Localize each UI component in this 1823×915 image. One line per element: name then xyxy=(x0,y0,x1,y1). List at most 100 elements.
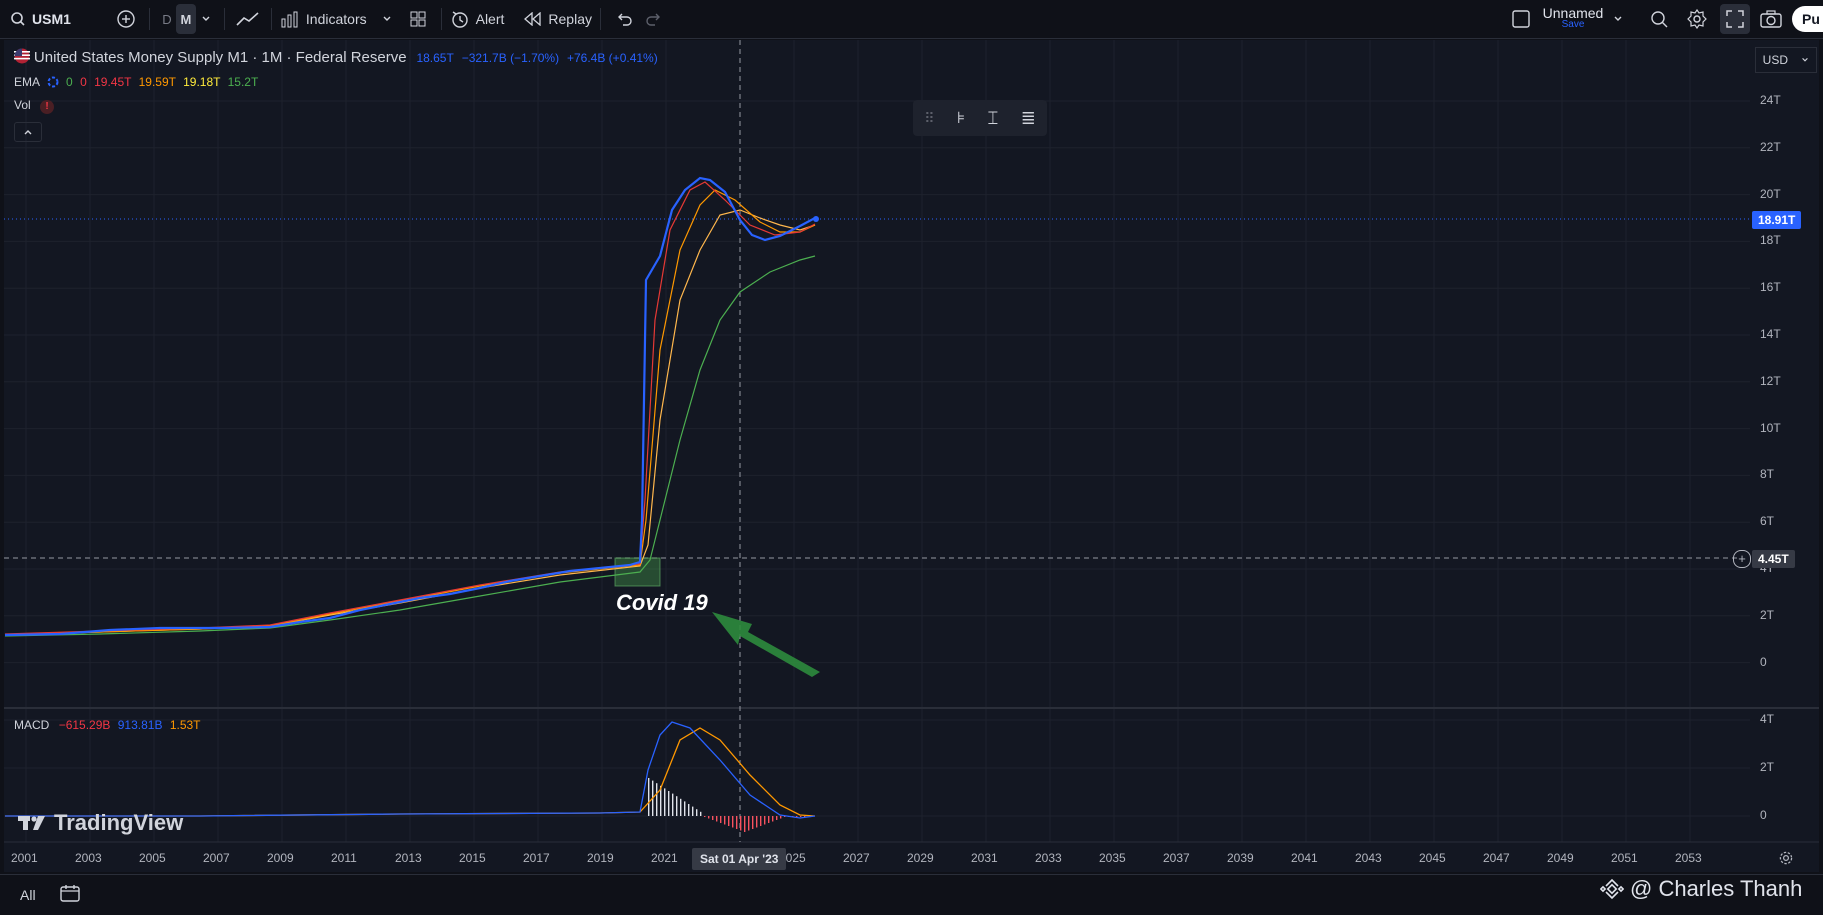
price-axis-label: 8T xyxy=(1760,467,1775,482)
ema-legend: EMA 0 0 19.45T 19.59T 19.18T 15.2T xyxy=(14,75,258,89)
time-axis-label: 2019 xyxy=(587,851,614,865)
chevron-down-icon xyxy=(383,16,391,21)
interval-dropdown-button[interactable] xyxy=(196,4,216,34)
select-layout-checkbox[interactable] xyxy=(1506,4,1536,34)
time-axis-label: 2021 xyxy=(651,851,678,865)
alert-button[interactable]: Alert xyxy=(450,0,505,38)
snapshot-button[interactable] xyxy=(1756,4,1786,34)
time-axis-label: 2045 xyxy=(1419,851,1446,865)
alert-label: Alert xyxy=(475,11,505,27)
ema-value: 19.45T xyxy=(94,75,132,89)
gear-icon xyxy=(1687,9,1707,29)
vol-legend[interactable]: Vol ! xyxy=(14,98,55,114)
macd-axis-label: 2T xyxy=(1760,760,1775,774)
crosshair-add-button[interactable]: + xyxy=(1733,550,1751,568)
replay-button[interactable]: Replay xyxy=(524,0,592,38)
time-axis-label: 2007 xyxy=(203,851,230,865)
time-axis-label: 2017 xyxy=(523,851,550,865)
macd-label: MACD xyxy=(14,718,50,732)
time-axis-label: 2005 xyxy=(139,851,166,865)
quick-search-button[interactable] xyxy=(1644,4,1674,34)
date-range-button[interactable] xyxy=(59,884,80,907)
macd-axis-label: 0 xyxy=(1760,808,1767,822)
publish-label: Pu xyxy=(1802,11,1820,27)
chart-pane[interactable] xyxy=(4,40,1819,872)
grid-icon xyxy=(410,11,426,27)
legend-change: −321.7B (−1.70%) xyxy=(461,51,560,65)
camera-icon xyxy=(1760,10,1782,28)
redo-button[interactable] xyxy=(639,4,669,34)
error-icon: ! xyxy=(40,100,55,114)
symbol-search[interactable]: USM1 xyxy=(10,0,71,38)
alarm-clock-icon xyxy=(451,11,468,28)
price-axis-label: 12T xyxy=(1760,373,1781,388)
time-axis-label: 2037 xyxy=(1163,851,1190,865)
chevron-up-icon xyxy=(24,130,32,135)
line-chart-icon xyxy=(236,12,259,26)
time-axis-label: 2011 xyxy=(331,851,357,865)
drag-handle-icon[interactable]: ⠿ xyxy=(924,110,934,127)
top-toolbar: USM1 D M Indicators Alert Replay Unnamed… xyxy=(0,0,1823,39)
us-flag-icon xyxy=(14,48,30,64)
undo-icon xyxy=(618,13,632,26)
vol-label: Vol xyxy=(14,98,31,112)
interval-m-button[interactable]: M xyxy=(175,4,196,34)
indicators-icon xyxy=(281,11,298,28)
legend-title: United States Money Supply M1 · 1M · Fed… xyxy=(33,49,407,66)
price-axis-label: 18T xyxy=(1760,233,1781,248)
time-axis-label: 2009 xyxy=(267,851,294,865)
search-icon xyxy=(11,12,25,26)
crosshair-date-tag: Sat 01 Apr '23 xyxy=(692,848,787,870)
ema-value: 0 xyxy=(66,75,73,89)
price-axis-label: 10T xyxy=(1760,420,1781,435)
layout-name-button[interactable]: Unnamed Save xyxy=(1540,5,1606,30)
price-axis-label: 24T xyxy=(1760,93,1781,107)
interval-d-button[interactable]: D xyxy=(158,4,176,34)
compare-button[interactable] xyxy=(111,4,141,34)
templates-button[interactable] xyxy=(403,4,433,34)
covid-annotation-label[interactable]: Covid 19 xyxy=(616,590,708,616)
fullscreen-button[interactable] xyxy=(1720,4,1750,34)
legend-change-2: +76.4B (+0.41%) xyxy=(566,51,658,65)
price-range-tool-icon[interactable]: ⌶ xyxy=(988,108,999,129)
divider xyxy=(600,8,601,30)
chart-type-button[interactable] xyxy=(233,4,263,34)
symbol-label: USM1 xyxy=(32,11,71,27)
fullscreen-icon xyxy=(1726,10,1744,28)
ema-value: 19.59T xyxy=(138,75,176,89)
loading-icon xyxy=(47,76,59,88)
tv-logo-icon xyxy=(18,816,45,830)
watermark-text: @ Charles Thanh xyxy=(1630,876,1803,901)
chevron-down-icon xyxy=(1614,16,1622,21)
layout-dropdown-button[interactable] xyxy=(1608,4,1628,34)
divider xyxy=(148,8,150,30)
gear-icon xyxy=(1779,851,1793,865)
anchored-note-tool-icon[interactable]: ⊧ xyxy=(957,108,965,128)
undo-button[interactable] xyxy=(609,4,639,34)
collapse-legend-button[interactable] xyxy=(14,122,42,142)
indicators-button[interactable]: Indicators xyxy=(280,0,367,38)
publish-button[interactable]: Pu xyxy=(1792,6,1823,32)
time-axis-label: 2029 xyxy=(907,851,934,865)
time-axis-label: 2051 xyxy=(1611,851,1638,865)
time-axis-label: 2049 xyxy=(1547,851,1574,865)
range-all-button[interactable]: All xyxy=(20,887,36,903)
ema-value: 15.2T xyxy=(227,75,259,89)
author-watermark: @ Charles Thanh xyxy=(1600,876,1802,902)
indicators-dropdown-button[interactable] xyxy=(377,4,397,34)
time-axis-label: 2001 xyxy=(11,851,38,865)
macd-legend: MACD −615.29B 913.81B 1.53T xyxy=(14,718,201,732)
time-axis-label: 2015 xyxy=(459,851,486,865)
currency-select[interactable]: USD xyxy=(1755,47,1817,73)
tradingview-logo[interactable]: TradingView xyxy=(18,810,183,836)
settings-button[interactable] xyxy=(1682,4,1712,34)
divider xyxy=(270,8,272,30)
menu-lines-icon[interactable]: ≣ xyxy=(1021,108,1036,129)
square-icon xyxy=(1512,10,1530,28)
time-axis-settings-button[interactable] xyxy=(1778,850,1794,871)
magnifier-spark-icon xyxy=(1651,11,1668,28)
time-axis-label: 2033 xyxy=(1035,851,1062,865)
macd-axis-label: 4T xyxy=(1760,712,1775,726)
time-axis-label: 2027 xyxy=(843,851,870,865)
plus-circle-icon xyxy=(117,10,135,28)
